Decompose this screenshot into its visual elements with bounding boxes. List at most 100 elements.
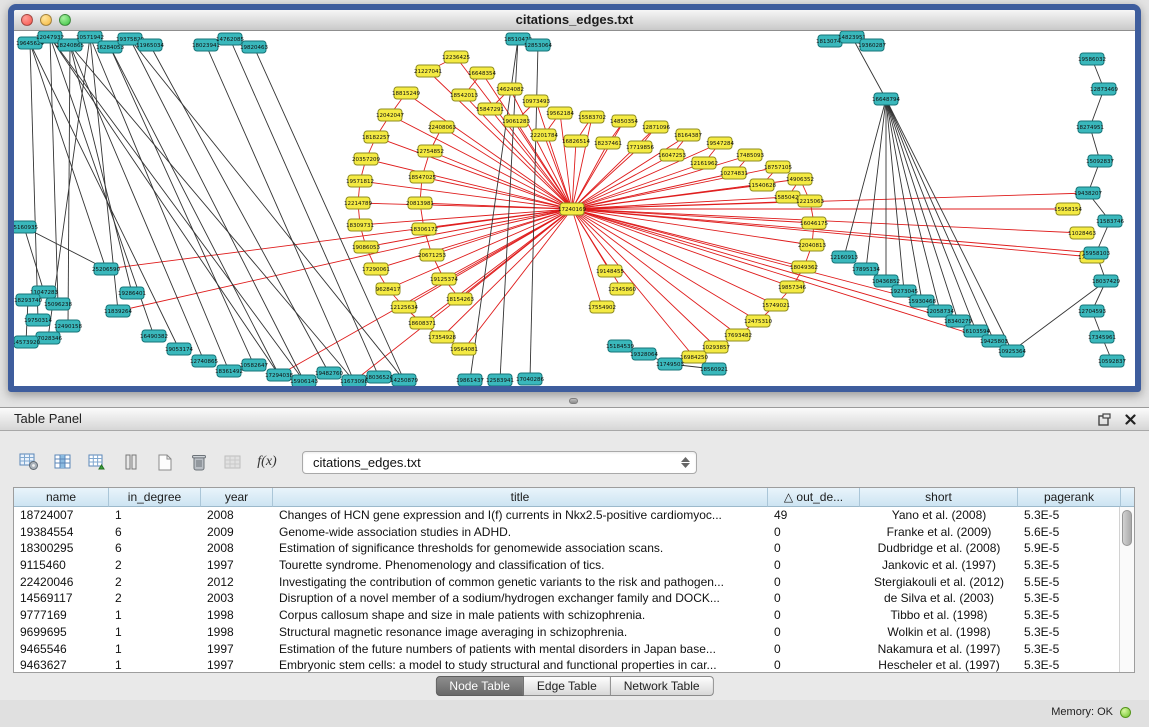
network-edge[interactable] xyxy=(50,37,58,304)
network-node[interactable]: 12873469 xyxy=(1090,83,1118,95)
table-options-icon[interactable] xyxy=(16,450,42,474)
network-node[interactable]: 22201784 xyxy=(530,129,558,141)
close-panel-icon[interactable] xyxy=(1123,413,1137,427)
network-node[interactable]: 18309731 xyxy=(346,219,374,231)
network-edge[interactable] xyxy=(110,47,279,375)
network-node[interactable]: 18274951 xyxy=(1076,121,1104,133)
network-node[interactable]: 17354928 xyxy=(428,331,456,343)
network-node[interactable]: 20357209 xyxy=(352,153,380,165)
network-node[interactable]: 15092837 xyxy=(1086,155,1114,167)
table-row[interactable]: 911546021997Tourette syndrome. Phenomeno… xyxy=(14,557,1119,574)
show-columns-icon[interactable] xyxy=(50,450,76,474)
network-node[interactable]: 17345961 xyxy=(1088,331,1116,343)
column-header-title[interactable]: title xyxy=(273,488,768,507)
table-scrollbar[interactable] xyxy=(1119,507,1134,672)
network-node[interactable]: 19360287 xyxy=(858,39,886,51)
column-header-short[interactable]: short xyxy=(860,488,1018,507)
column-header-out_de[interactable]: △ out_de... xyxy=(768,488,860,507)
network-node[interactable]: 22040813 xyxy=(798,239,826,251)
network-node[interactable]: 17693482 xyxy=(724,329,752,341)
delete-table-icon[interactable] xyxy=(220,450,246,474)
network-node[interactable]: 19564081 xyxy=(450,343,478,355)
column-header-year[interactable]: year xyxy=(201,488,273,507)
function-builder-icon[interactable]: f(x) xyxy=(254,450,280,474)
network-node[interactable]: 10925364 xyxy=(998,345,1026,357)
network-node[interactable]: 16984250 xyxy=(680,351,708,363)
network-node[interactable]: 18037429 xyxy=(1092,275,1120,287)
network-node[interactable]: 18154263 xyxy=(446,293,474,305)
network-node[interactable]: 17554902 xyxy=(588,301,616,313)
network-node[interactable]: 19562184 xyxy=(546,107,574,119)
merge-tables-icon[interactable] xyxy=(118,450,144,474)
network-node[interactable]: 19820463 xyxy=(240,41,268,53)
network-node[interactable]: 19586032 xyxy=(1078,53,1106,65)
network-node[interactable]: 12740865 xyxy=(190,355,218,367)
column-header-pagerank[interactable]: pagerank xyxy=(1018,488,1121,507)
column-header-in_degree[interactable]: in_degree xyxy=(109,488,201,507)
network-node[interactable]: 18608371 xyxy=(408,317,436,329)
network-node[interactable]: 12215063 xyxy=(796,195,824,207)
network-node[interactable]: 25206590 xyxy=(92,263,120,275)
network-node[interactable]: 14850354 xyxy=(610,115,638,127)
network-edge[interactable] xyxy=(30,43,106,269)
network-edge[interactable] xyxy=(366,209,572,247)
network-node[interactable]: 18237461 xyxy=(594,137,622,149)
network-node[interactable]: 12583941 xyxy=(486,374,514,386)
network-edge[interactable] xyxy=(254,47,404,380)
network-node[interactable]: 14624082 xyxy=(496,83,524,95)
network-node[interactable]: 11583746 xyxy=(1096,215,1124,227)
network-node[interactable]: 12871096 xyxy=(642,121,670,133)
network-node[interactable]: 19125374 xyxy=(430,273,458,285)
network-node[interactable]: 18560921 xyxy=(700,363,728,375)
network-node[interactable]: 18293740 xyxy=(14,294,42,306)
network-node[interactable]: 11965034 xyxy=(136,39,164,51)
new-column-icon[interactable] xyxy=(152,450,178,474)
network-node[interactable]: 18757105 xyxy=(764,161,792,173)
column-header-name[interactable]: name xyxy=(14,488,109,507)
network-node[interactable]: 12236425 xyxy=(442,51,470,63)
network-node[interactable]: 12754852 xyxy=(416,145,444,157)
network-node[interactable]: 12160913 xyxy=(830,251,858,263)
network-node[interactable]: 12490158 xyxy=(54,320,82,332)
import-table-icon[interactable] xyxy=(84,450,110,474)
network-edge[interactable] xyxy=(24,227,44,292)
network-node[interactable]: 19750314 xyxy=(24,314,52,326)
network-node[interactable]: 21227041 xyxy=(414,65,442,77)
network-node[interactable]: 11839264 xyxy=(104,305,132,317)
network-node[interactable]: 12042047 xyxy=(376,109,404,121)
network-node[interactable]: 14250879 xyxy=(390,374,418,386)
network-node[interactable]: 16047253 xyxy=(658,149,686,161)
table-row[interactable]: 2242004622012Investigating the contribut… xyxy=(14,574,1119,591)
minimize-window-button[interactable] xyxy=(40,14,52,26)
network-node[interactable]: 12214789 xyxy=(344,197,372,209)
network-node[interactable]: 12161962 xyxy=(690,157,718,169)
zoom-window-button[interactable] xyxy=(59,14,71,26)
tab-network-table[interactable]: Network Table xyxy=(611,676,714,696)
network-node[interactable]: 17895134 xyxy=(852,263,880,275)
network-node[interactable]: 12475310 xyxy=(744,315,772,327)
network-edge[interactable] xyxy=(118,209,572,311)
network-node[interactable]: 19086053 xyxy=(352,241,380,253)
network-node[interactable]: 11540628 xyxy=(748,179,776,191)
network-node[interactable]: 14762085 xyxy=(216,33,244,45)
network-node[interactable]: 17040286 xyxy=(516,373,544,385)
network-node[interactable]: 18547025 xyxy=(408,171,436,183)
network-node[interactable]: 11749503 xyxy=(656,358,684,370)
close-window-button[interactable] xyxy=(21,14,33,26)
network-node[interactable]: 18182257 xyxy=(362,131,390,143)
network-node[interactable]: 19286401 xyxy=(118,287,146,299)
network-node[interactable]: 19547284 xyxy=(706,137,734,149)
network-edge[interactable] xyxy=(30,43,38,320)
table-row[interactable]: 1830029562008Estimation of significance … xyxy=(14,540,1119,557)
network-node[interactable]: 14573920 xyxy=(14,336,40,348)
network-edge[interactable] xyxy=(886,99,922,301)
network-node[interactable]: 19438207 xyxy=(1074,187,1102,199)
table-row[interactable]: 946554611997Estimation of the future num… xyxy=(14,641,1119,658)
network-node[interactable]: 17719856 xyxy=(626,141,654,153)
network-node[interactable]: 15184539 xyxy=(606,340,634,352)
network-edge[interactable] xyxy=(572,193,1088,209)
table-row[interactable]: 946362711997Embryonic stem cells: a mode… xyxy=(14,657,1119,673)
network-node[interactable]: 17240169 xyxy=(558,203,586,215)
network-node[interactable]: 20813981 xyxy=(406,197,434,209)
table-row[interactable]: 969969511998Structural magnetic resonanc… xyxy=(14,624,1119,641)
